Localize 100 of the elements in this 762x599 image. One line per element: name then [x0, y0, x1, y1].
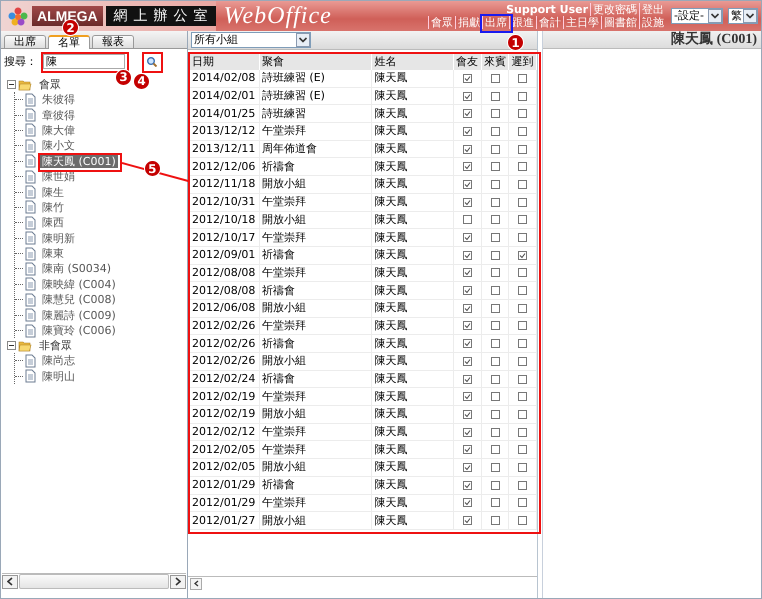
checkbox[interactable] — [490, 410, 500, 419]
nav-link[interactable]: 會眾 — [428, 16, 455, 29]
checkbox[interactable] — [518, 126, 528, 136]
checkbox[interactable] — [518, 268, 528, 278]
checked-checkbox[interactable] — [462, 162, 472, 172]
checkbox[interactable] — [518, 445, 528, 454]
tree-item[interactable]: 陳尚志 — [40, 354, 77, 368]
checkbox[interactable] — [490, 516, 500, 526]
checked-checkbox[interactable] — [462, 410, 472, 419]
group-select[interactable]: 所有小組 — [191, 32, 311, 48]
checkbox[interactable] — [518, 428, 528, 437]
tree-item[interactable]: 陳生 — [40, 186, 66, 199]
checkbox[interactable] — [490, 126, 500, 136]
checkbox[interactable] — [490, 109, 500, 118]
tree-item[interactable]: 陳西 — [40, 216, 66, 230]
tree-item[interactable]: 陳明山 — [40, 370, 77, 383]
tab[interactable]: 出席 — [4, 35, 46, 48]
checked-checkbox[interactable] — [462, 126, 472, 136]
scrollbar-thumb[interactable] — [19, 574, 169, 589]
checkbox[interactable] — [518, 304, 528, 313]
nav-link[interactable]: 設施 — [639, 16, 666, 29]
checked-checkbox[interactable] — [462, 268, 472, 278]
checkbox[interactable] — [518, 356, 528, 366]
checkbox[interactable] — [462, 215, 472, 224]
tab[interactable]: 名單 — [48, 35, 90, 49]
checked-checkbox[interactable] — [462, 445, 472, 454]
checkbox[interactable] — [518, 410, 528, 419]
checked-checkbox[interactable] — [462, 286, 472, 296]
tree-item[interactable]: 朱彼得 — [40, 93, 77, 106]
checkbox[interactable] — [490, 392, 500, 402]
checkbox[interactable] — [518, 392, 528, 402]
checkbox[interactable] — [490, 74, 500, 83]
checked-checkbox[interactable] — [462, 498, 472, 508]
checked-checkbox[interactable] — [462, 144, 472, 154]
checkbox[interactable] — [490, 304, 500, 313]
checkbox[interactable] — [490, 480, 500, 490]
checked-checkbox[interactable] — [462, 516, 472, 526]
nav-link[interactable]: 出席 — [482, 16, 509, 29]
tree-item[interactable]: 陳大偉 — [40, 124, 77, 137]
checkbox[interactable] — [490, 428, 500, 437]
checkbox[interactable] — [490, 144, 500, 154]
nav-link[interactable]: 跟進 — [509, 16, 536, 29]
checked-checkbox[interactable] — [462, 180, 472, 189]
checkbox[interactable] — [518, 109, 528, 118]
checkbox[interactable] — [490, 162, 500, 172]
scroll-left-button[interactable] — [190, 578, 202, 590]
checkbox[interactable] — [518, 321, 528, 330]
checked-checkbox[interactable] — [462, 92, 472, 101]
tab[interactable]: 報表 — [92, 35, 134, 48]
checked-checkbox[interactable] — [462, 250, 472, 260]
checkbox[interactable] — [518, 198, 528, 207]
tree-item[interactable]: 陳明新 — [40, 232, 77, 245]
tree-item[interactable]: 陳南 (S0034) — [40, 262, 114, 276]
tree-item[interactable]: 陳慧兒 (C008) — [40, 293, 118, 306]
checkbox[interactable] — [518, 74, 528, 83]
settings-select[interactable]: -設定- — [671, 8, 723, 24]
checked-checkbox[interactable] — [462, 428, 472, 437]
checked-checkbox[interactable] — [462, 304, 472, 313]
checkbox[interactable] — [518, 480, 528, 490]
checkbox[interactable] — [518, 162, 528, 172]
collapse-icon[interactable] — [7, 341, 16, 350]
checked-checkbox[interactable] — [462, 74, 472, 83]
collapse-icon[interactable] — [7, 80, 16, 89]
nav-link[interactable]: 捐獻 — [455, 16, 482, 29]
tree-item[interactable]: 陳映緯 (C004) — [40, 278, 118, 291]
checkbox[interactable] — [490, 198, 500, 207]
nav-link[interactable]: 會計 — [536, 16, 563, 29]
tree-item[interactable]: 陳寶玲 (C006) — [40, 324, 118, 338]
tree-group[interactable]: 會眾 — [37, 78, 63, 91]
checkbox[interactable] — [490, 445, 500, 454]
checkbox[interactable] — [490, 462, 500, 472]
checked-checkbox[interactable] — [462, 321, 472, 330]
checkbox[interactable] — [490, 321, 500, 330]
checkbox[interactable] — [518, 286, 528, 296]
nav-link[interactable]: 主日學 — [563, 16, 601, 29]
nav-link[interactable]: 圖書館 — [601, 16, 639, 29]
checkbox[interactable] — [518, 374, 528, 384]
checkbox[interactable] — [518, 462, 528, 472]
search-button[interactable] — [146, 56, 157, 66]
checkbox[interactable] — [490, 339, 500, 348]
checkbox[interactable] — [518, 215, 528, 224]
checkbox[interactable] — [490, 356, 500, 366]
language-select[interactable]: 繁 — [728, 8, 758, 24]
checkbox[interactable] — [490, 268, 500, 278]
checked-checkbox[interactable] — [462, 356, 472, 366]
checkbox[interactable] — [490, 498, 500, 508]
tree-item[interactable]: 陳竹 — [40, 200, 66, 214]
scroll-left-button[interactable] — [2, 574, 18, 588]
tree-item[interactable]: 陳小文 — [40, 139, 77, 152]
checkbox[interactable] — [518, 498, 528, 508]
checked-checkbox[interactable] — [462, 462, 472, 472]
checkbox[interactable] — [490, 374, 500, 384]
checkbox[interactable] — [490, 233, 500, 242]
checked-checkbox[interactable] — [462, 109, 472, 118]
tree-item[interactable]: 章彼得 — [40, 108, 77, 122]
tree-group[interactable]: 非會眾 — [37, 339, 74, 352]
checkbox[interactable] — [490, 286, 500, 296]
scroll-right-button[interactable] — [170, 574, 186, 588]
checked-checkbox[interactable] — [462, 198, 472, 207]
checked-checkbox[interactable] — [462, 374, 472, 384]
